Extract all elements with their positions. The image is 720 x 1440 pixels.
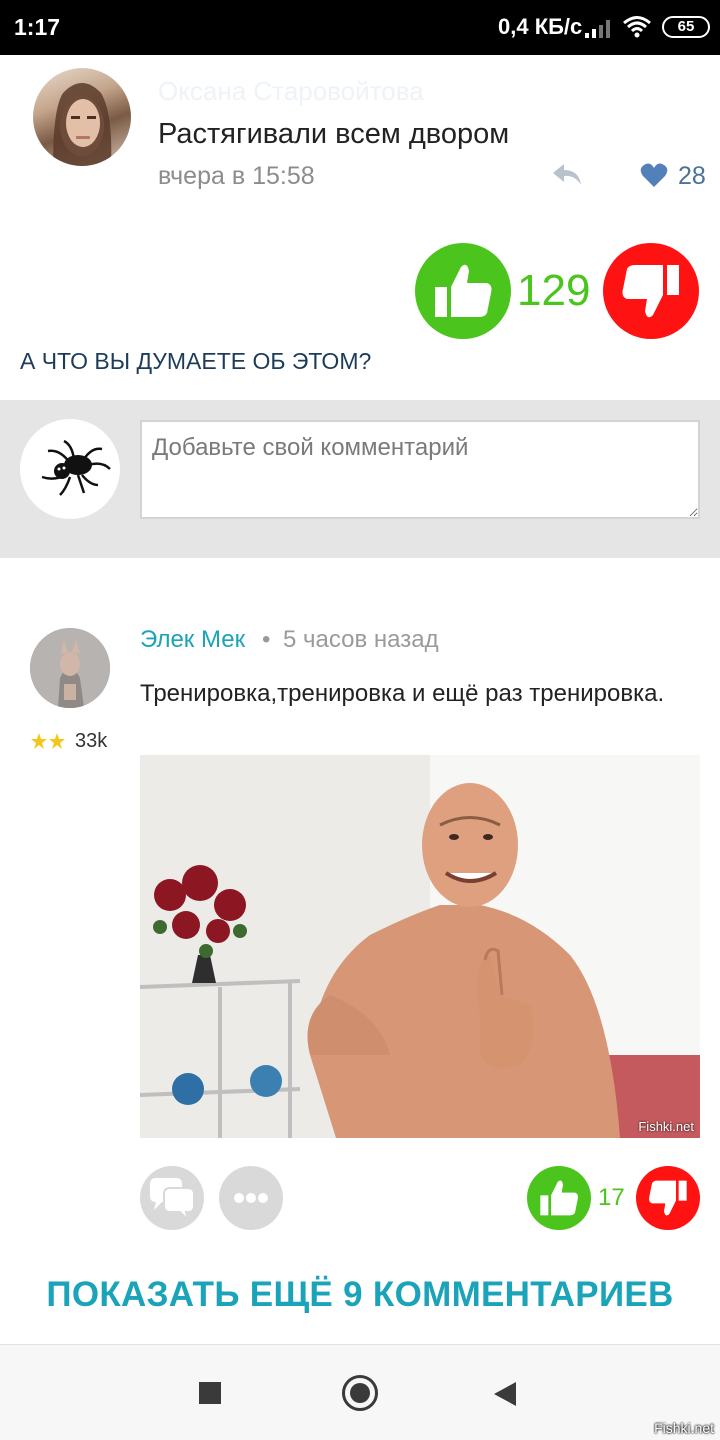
commenter-avatar[interactable]	[30, 628, 110, 708]
commenter-name[interactable]: Элек Мек	[140, 626, 245, 654]
embedded-author-name: Оксана Старовойтова	[158, 76, 424, 106]
back-icon[interactable]	[494, 1382, 516, 1406]
navigation-bar: Fishki.net	[0, 1344, 720, 1440]
post-rating: 129	[517, 266, 591, 315]
page: 1:17 0,4 КБ/с 65 Оксана Старовойтова Рас…	[0, 0, 720, 1440]
show-more-comments-link[interactable]: ПОКАЗАТЬ ЕЩЁ 9 КОММЕНТАРИЕВ	[0, 1275, 720, 1315]
image-watermark: Fishki.net	[638, 1119, 694, 1134]
ellipsis-icon	[234, 1193, 268, 1203]
commenter-rating: 33k	[75, 730, 108, 752]
reply-button[interactable]	[140, 1166, 204, 1230]
rank-stars-icon	[31, 733, 65, 749]
comment-text: Тренировка,тренировка и ещё раз трениров…	[140, 680, 665, 707]
post-image: Оксана Старовойтова Растягивали всем дво…	[0, 0, 720, 225]
discussion-heading: А ЧТО ВЫ ДУМАЕТЕ ОБ ЭТОМ?	[20, 348, 372, 374]
comment-time: 5 часов назад	[283, 626, 439, 653]
thumb-up-icon	[540, 1180, 578, 1216]
comment-rating: 17	[598, 1184, 625, 1211]
dislike-post-button[interactable]	[603, 243, 699, 339]
comment-input[interactable]	[140, 420, 700, 519]
embedded-like-count: 28	[678, 162, 706, 190]
more-options-button[interactable]	[219, 1166, 283, 1230]
spider-icon	[41, 439, 111, 496]
heart-icon	[640, 163, 668, 187]
dislike-comment-button[interactable]	[636, 1166, 700, 1230]
thumb-up-icon	[435, 264, 492, 317]
home-icon[interactable]	[342, 1375, 378, 1411]
embedded-post-time: вчера в 15:58	[158, 162, 315, 190]
meta-separator: •	[262, 626, 271, 653]
site-watermark: Fishki.net	[654, 1420, 714, 1436]
current-user-avatar	[20, 419, 120, 519]
embedded-author-avatar	[33, 68, 131, 166]
thumb-down-icon	[622, 265, 679, 318]
embedded-post-text: Растягивали всем двором	[158, 118, 510, 150]
like-post-button[interactable]	[415, 243, 511, 339]
chat-bubbles-icon	[150, 1178, 195, 1224]
comment-image[interactable]: Fishki.net	[140, 755, 700, 1138]
recent-apps-icon[interactable]	[199, 1382, 221, 1404]
like-comment-button[interactable]	[527, 1166, 591, 1230]
thumb-down-icon	[649, 1180, 687, 1216]
comment-compose	[0, 400, 720, 558]
reply-arrow-icon	[553, 164, 581, 185]
